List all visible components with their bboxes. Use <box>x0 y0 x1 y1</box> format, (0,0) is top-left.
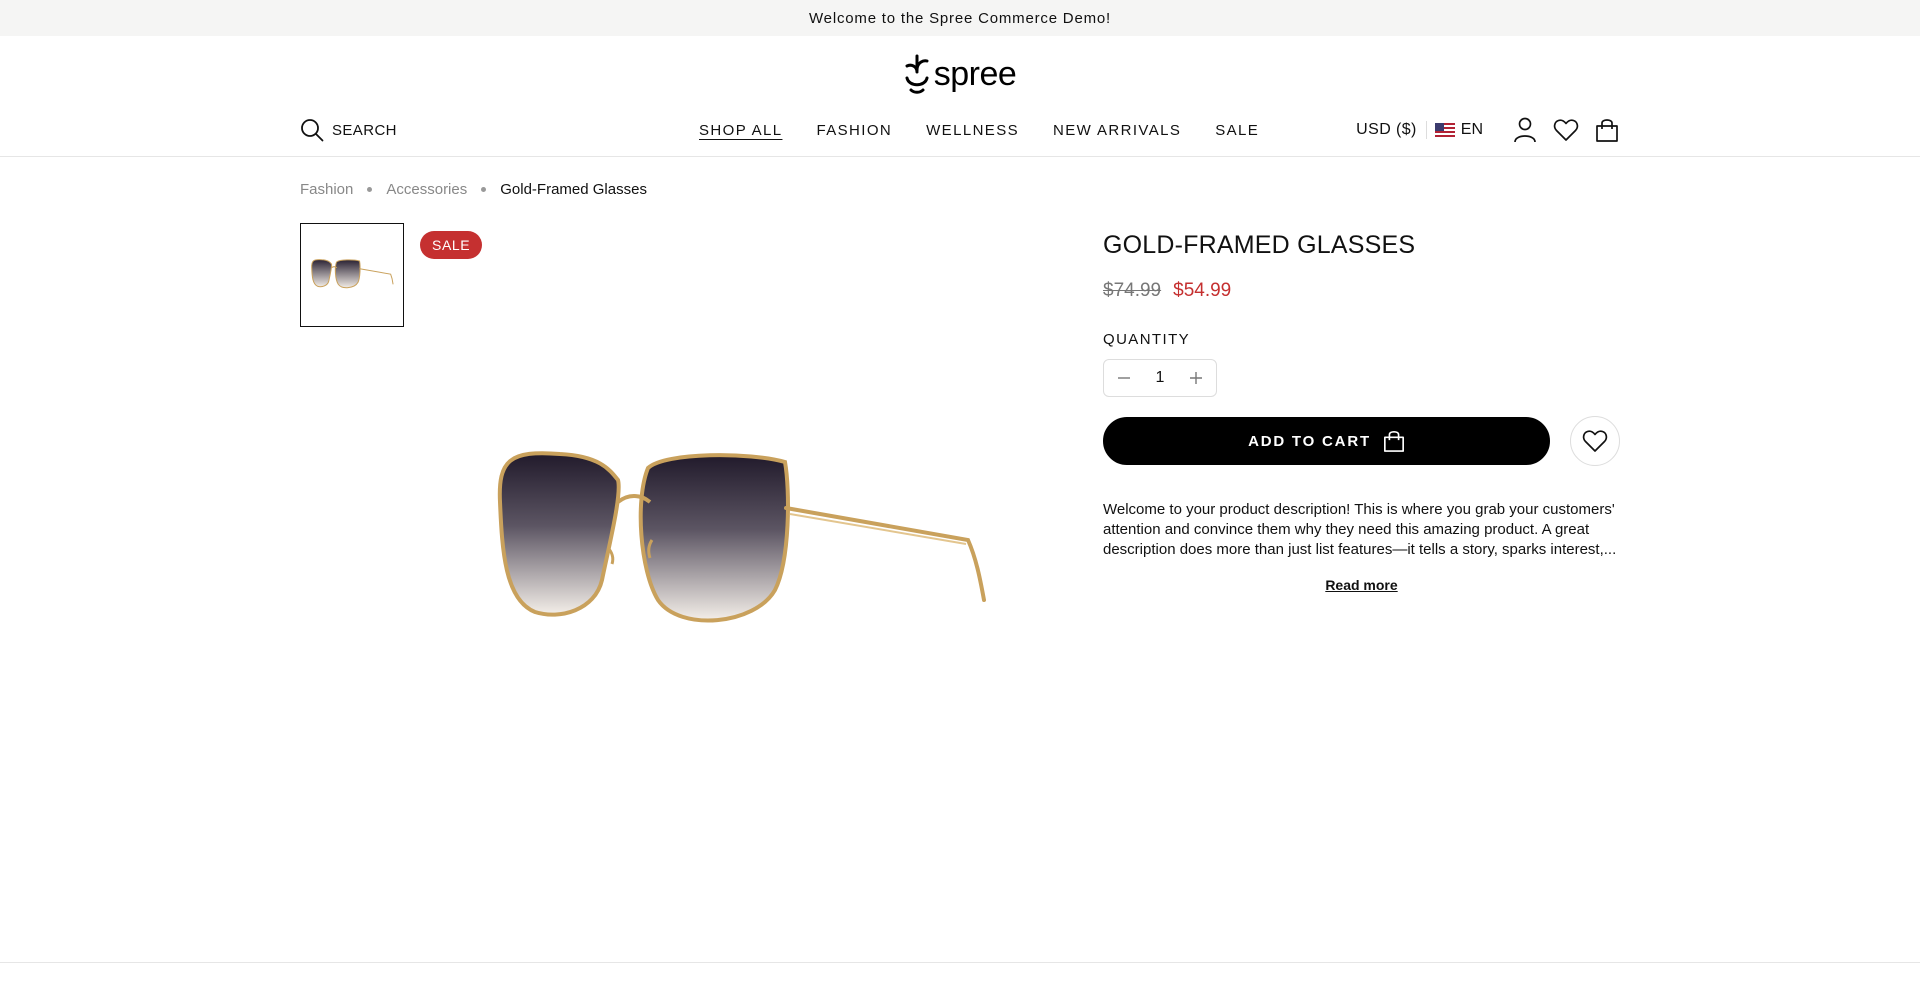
product-main-image[interactable] <box>490 440 990 650</box>
language-selector[interactable]: EN <box>1434 121 1483 139</box>
logo[interactable]: spree <box>0 54 1920 94</box>
decrease-quantity-button[interactable] <box>1114 368 1134 388</box>
search-icon <box>301 119 324 142</box>
user-icon <box>1514 117 1536 143</box>
nav-fashion[interactable]: FASHION <box>816 122 892 139</box>
breadcrumb: Fashion Accessories Gold-Framed Glasses <box>300 181 647 198</box>
add-to-wishlist-button[interactable] <box>1570 416 1620 466</box>
breadcrumb-separator <box>481 187 487 192</box>
shopping-bag-icon <box>1383 431 1404 452</box>
quantity-input[interactable]: 1 <box>1156 369 1165 387</box>
shopping-bag-icon <box>1596 119 1618 142</box>
original-price: $74.99 <box>1103 280 1162 301</box>
add-to-cart-button[interactable]: ADD TO CART <box>1103 417 1550 465</box>
minus-icon <box>1118 377 1130 379</box>
currency-selector[interactable]: USD ($) <box>1356 121 1427 139</box>
product-title: GOLD-FRAMED GLASSES <box>1103 231 1416 259</box>
read-more-link[interactable]: Read more <box>1103 577 1620 593</box>
plus-icon <box>1190 372 1202 384</box>
quantity-stepper: 1 <box>1103 359 1217 397</box>
wishlist-button[interactable] <box>1553 117 1579 143</box>
product-prices: $74.99 $54.99 <box>1103 280 1231 302</box>
breadcrumb-fashion[interactable]: Fashion <box>300 181 353 198</box>
account-button[interactable] <box>1512 117 1538 143</box>
sale-badge: SALE <box>420 231 483 259</box>
main-nav: SHOP ALL FASHION WELLNESS NEW ARRIVALS S… <box>699 122 1259 139</box>
breadcrumb-current: Gold-Framed Glasses <box>500 181 647 198</box>
language-label: EN <box>1460 121 1483 138</box>
logo-text: spree <box>933 55 1017 93</box>
nav-shop-all[interactable]: SHOP ALL <box>699 122 782 139</box>
nav-new-arrivals[interactable]: NEW ARRIVALS <box>1053 122 1181 139</box>
header-actions: USD ($) EN <box>1356 117 1620 143</box>
breadcrumb-accessories[interactable]: Accessories <box>386 181 467 198</box>
header-divider <box>0 156 1920 157</box>
breadcrumb-separator <box>367 187 373 192</box>
main-header: SEARCH SHOP ALL FASHION WELLNESS NEW ARR… <box>300 112 1620 148</box>
quantity-label: QUANTITY <box>1103 331 1191 348</box>
product-description: Welcome to your product description! Thi… <box>1103 501 1617 558</box>
spree-logo-icon <box>905 54 929 94</box>
cart-button[interactable] <box>1594 117 1620 143</box>
nav-sale[interactable]: SALE <box>1215 122 1259 139</box>
sale-price: $54.99 <box>1173 280 1232 301</box>
heart-icon <box>1582 430 1608 452</box>
product-thumbnail[interactable] <box>300 223 404 327</box>
heart-icon <box>1553 119 1579 141</box>
nav-wellness[interactable]: WELLNESS <box>926 122 1019 139</box>
add-to-cart-label: ADD TO CART <box>1248 432 1371 450</box>
announcement-bar: Welcome to the Spree Commerce Demo! <box>0 0 1920 36</box>
footer-divider <box>0 962 1920 963</box>
increase-quantity-button[interactable] <box>1186 368 1206 388</box>
search-label: SEARCH <box>332 121 397 139</box>
us-flag-icon <box>1434 123 1455 137</box>
announcement-text: Welcome to the Spree Commerce Demo! <box>809 9 1111 27</box>
glasses-thumbnail-image <box>311 259 394 289</box>
search-button[interactable]: SEARCH <box>300 118 397 142</box>
